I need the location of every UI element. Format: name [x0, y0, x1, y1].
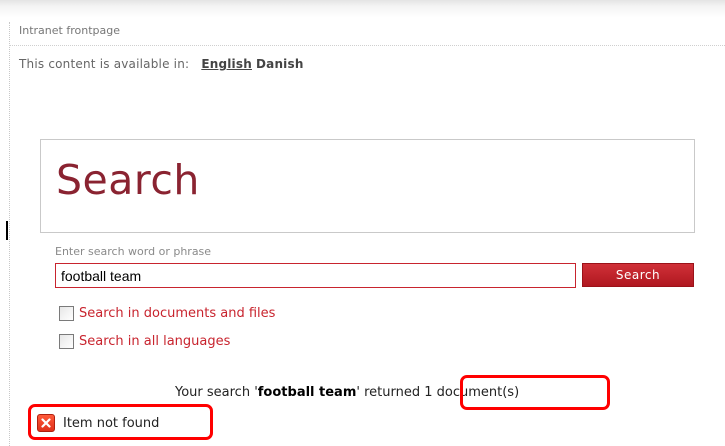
search-header-box: Search: [40, 139, 695, 233]
result-prefix: Your search ': [175, 385, 258, 400]
checkbox-languages-label[interactable]: Search in all languages: [79, 334, 230, 349]
language-prefix: This content is available in:: [19, 57, 190, 71]
page-title: Search: [56, 156, 200, 204]
checkbox-languages[interactable]: [59, 333, 74, 349]
search-button[interactable]: Search: [582, 263, 694, 287]
language-danish-link[interactable]: Danish: [256, 57, 304, 71]
search-field-label: Enter search word or phrase: [55, 245, 212, 258]
highlight-not-found: [28, 404, 213, 440]
divider: [9, 45, 725, 46]
checkbox-documents[interactable]: [59, 305, 74, 321]
option-search-languages[interactable]: Search in all languages: [59, 332, 230, 350]
top-shadow: [0, 0, 725, 18]
result-query: football team: [257, 385, 357, 400]
option-search-documents[interactable]: Search in documents and files: [59, 304, 275, 322]
text-cursor-mark: [6, 221, 8, 240]
page-left-border: [9, 22, 10, 446]
language-english-link[interactable]: English: [201, 57, 252, 71]
checkbox-documents-label[interactable]: Search in documents and files: [79, 306, 275, 321]
result-middle: ' returned: [356, 385, 425, 400]
highlight-result-count: [460, 375, 610, 410]
search-input[interactable]: [55, 263, 576, 288]
breadcrumb[interactable]: Intranet frontpage: [19, 24, 120, 37]
language-selector: This content is available in: English Da…: [19, 57, 304, 71]
